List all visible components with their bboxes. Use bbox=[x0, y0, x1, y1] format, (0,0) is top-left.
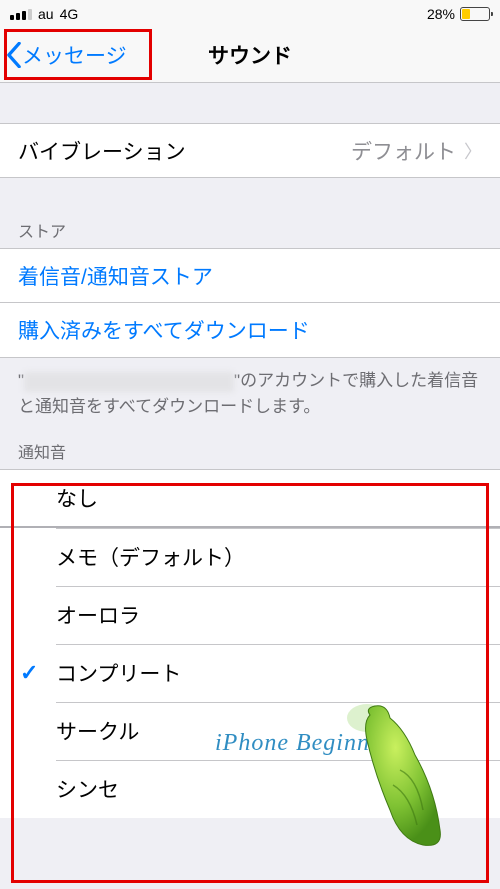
alert-tone-row[interactable]: なし bbox=[0, 470, 500, 528]
alert-tone-row[interactable]: シンセ bbox=[0, 760, 500, 818]
carrier-label: au bbox=[38, 6, 54, 22]
signal-icon bbox=[10, 9, 32, 20]
alert-tone-row[interactable]: サークル bbox=[0, 702, 500, 760]
nav-bar: メッセージ サウンド bbox=[0, 28, 500, 83]
alert-tone-label: サークル bbox=[56, 716, 139, 746]
store-footer-text: ""のアカウントで購入した着信音と通知音をすべてダウンロードします。 bbox=[0, 358, 500, 429]
tone-store-label: 着信音/通知音ストア bbox=[18, 261, 213, 291]
checkmark-icon: ✓ bbox=[20, 660, 38, 686]
vibration-detail: デフォルト 〉 bbox=[351, 136, 482, 166]
status-left: au 4G bbox=[10, 6, 78, 22]
status-bar: au 4G 28% bbox=[0, 0, 500, 28]
battery-percent: 28% bbox=[427, 6, 455, 22]
battery-indicator: 28% bbox=[427, 6, 490, 22]
vibration-label: バイブレーション bbox=[18, 136, 186, 166]
chevron-left-icon bbox=[6, 42, 22, 68]
download-all-cell[interactable]: 購入済みをすべてダウンロード bbox=[0, 303, 500, 358]
download-all-label: 購入済みをすべてダウンロード bbox=[18, 315, 310, 345]
alert-tone-row[interactable]: メモ（デフォルト） bbox=[0, 528, 500, 586]
store-section-header: ストア bbox=[0, 178, 500, 248]
alert-tone-label: メモ（デフォルト） bbox=[56, 542, 245, 572]
vibration-cell[interactable]: バイブレーション デフォルト 〉 bbox=[0, 123, 500, 178]
tone-store-cell[interactable]: 着信音/通知音ストア bbox=[0, 248, 500, 303]
alert-tone-row[interactable]: ✓ コンプリート bbox=[0, 644, 500, 702]
alert-tone-label: オーロラ bbox=[56, 600, 140, 630]
redacted-account bbox=[24, 372, 234, 392]
chevron-right-icon: 〉 bbox=[464, 138, 482, 164]
alert-tone-row[interactable]: オーロラ bbox=[0, 586, 500, 644]
back-label: メッセージ bbox=[22, 40, 127, 70]
vibration-value: デフォルト bbox=[351, 136, 456, 166]
alert-tones-header: 通知音 bbox=[0, 429, 500, 469]
alert-tone-label: シンセ bbox=[56, 774, 119, 804]
network-label: 4G bbox=[60, 6, 79, 22]
alert-tones-list: なし メモ（デフォルト） オーロラ ✓ コンプリート サークル シンセ bbox=[0, 469, 500, 818]
back-button[interactable]: メッセージ bbox=[0, 28, 127, 82]
alert-tone-label: なし bbox=[56, 483, 98, 513]
battery-icon bbox=[460, 7, 490, 21]
alert-tone-label: コンプリート bbox=[56, 658, 181, 688]
